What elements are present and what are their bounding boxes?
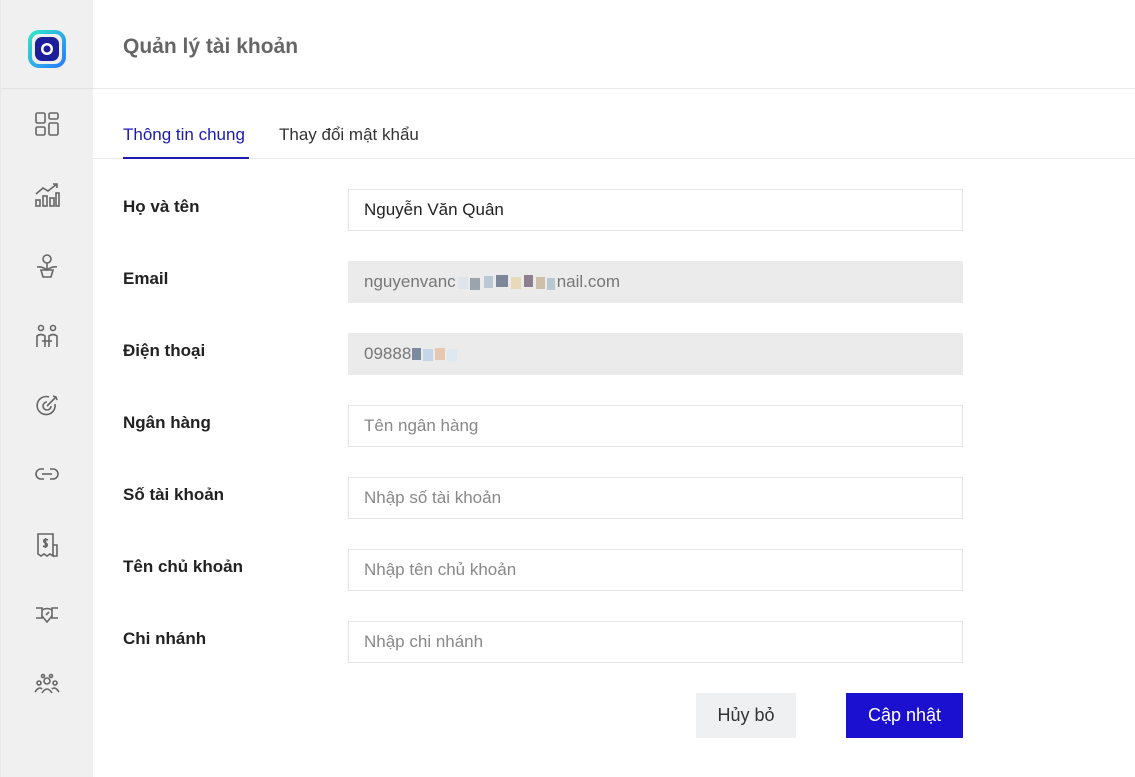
form-row-account-number: Số tài khoản — [123, 477, 963, 519]
page-title: Quản lý tài khoản — [123, 35, 299, 58]
target-icon[interactable] — [29, 388, 65, 424]
tab-change-password[interactable]: Thay đổi mật khẩu — [279, 125, 419, 145]
email-label: Email — [123, 269, 169, 288]
phone-redaction — [411, 347, 461, 361]
branch-input[interactable] — [348, 621, 963, 663]
sidebar — [0, 0, 94, 777]
email-input: nguyenvanc nail.com — [348, 261, 963, 303]
sidebar-divider — [1, 88, 94, 89]
account-number-label: Số tài khoản — [123, 485, 225, 504]
app-logo[interactable] — [26, 28, 68, 70]
people-icon[interactable] — [29, 318, 65, 354]
form-row-email: Email nguyenvanc nail.com — [123, 261, 963, 303]
handshake-icon[interactable] — [29, 597, 65, 633]
account-holder-input[interactable] — [348, 549, 963, 591]
form-row-full-name: Họ và tên — [123, 189, 963, 231]
account-number-input[interactable] — [348, 477, 963, 519]
chart-growth-icon[interactable] — [29, 177, 65, 213]
update-button[interactable]: Cập nhật — [846, 693, 963, 738]
tab-bar: Thông tin chung Thay đổi mật khẩu — [93, 122, 1135, 159]
form-row-phone: Điện thoại 09888 — [123, 333, 963, 375]
active-tab-indicator — [123, 157, 249, 159]
page-header: Quản lý tài khoản — [93, 0, 1135, 89]
link-icon[interactable] — [29, 456, 65, 492]
phone-input: 09888 — [348, 333, 963, 375]
invoice-dollar-icon[interactable] — [29, 527, 65, 563]
full-name-label: Họ và tên — [123, 197, 200, 216]
dashboard-icon[interactable] — [29, 106, 65, 142]
form-row-branch: Chi nhánh — [123, 621, 963, 663]
phone-value-start: 09888 — [364, 344, 412, 363]
email-redaction — [456, 275, 557, 290]
bank-label: Ngân hàng — [123, 413, 211, 432]
cancel-button[interactable]: Hủy bỏ — [696, 693, 796, 738]
email-value-end: nail.com — [556, 272, 620, 291]
email-value-start: nguyenvanc — [364, 272, 456, 291]
branch-label: Chi nhánh — [123, 629, 207, 648]
form-row-account-holder: Tên chủ khoản — [123, 549, 963, 591]
bank-input[interactable] — [348, 405, 963, 447]
idea-plant-icon[interactable] — [29, 248, 65, 284]
form-row-bank: Ngân hàng — [123, 405, 963, 447]
team-icon[interactable] — [29, 667, 65, 703]
phone-label: Điện thoại — [123, 341, 206, 360]
tab-general-info[interactable]: Thông tin chung — [123, 125, 245, 145]
account-holder-label: Tên chủ khoản — [123, 557, 243, 576]
full-name-input[interactable] — [348, 189, 963, 231]
